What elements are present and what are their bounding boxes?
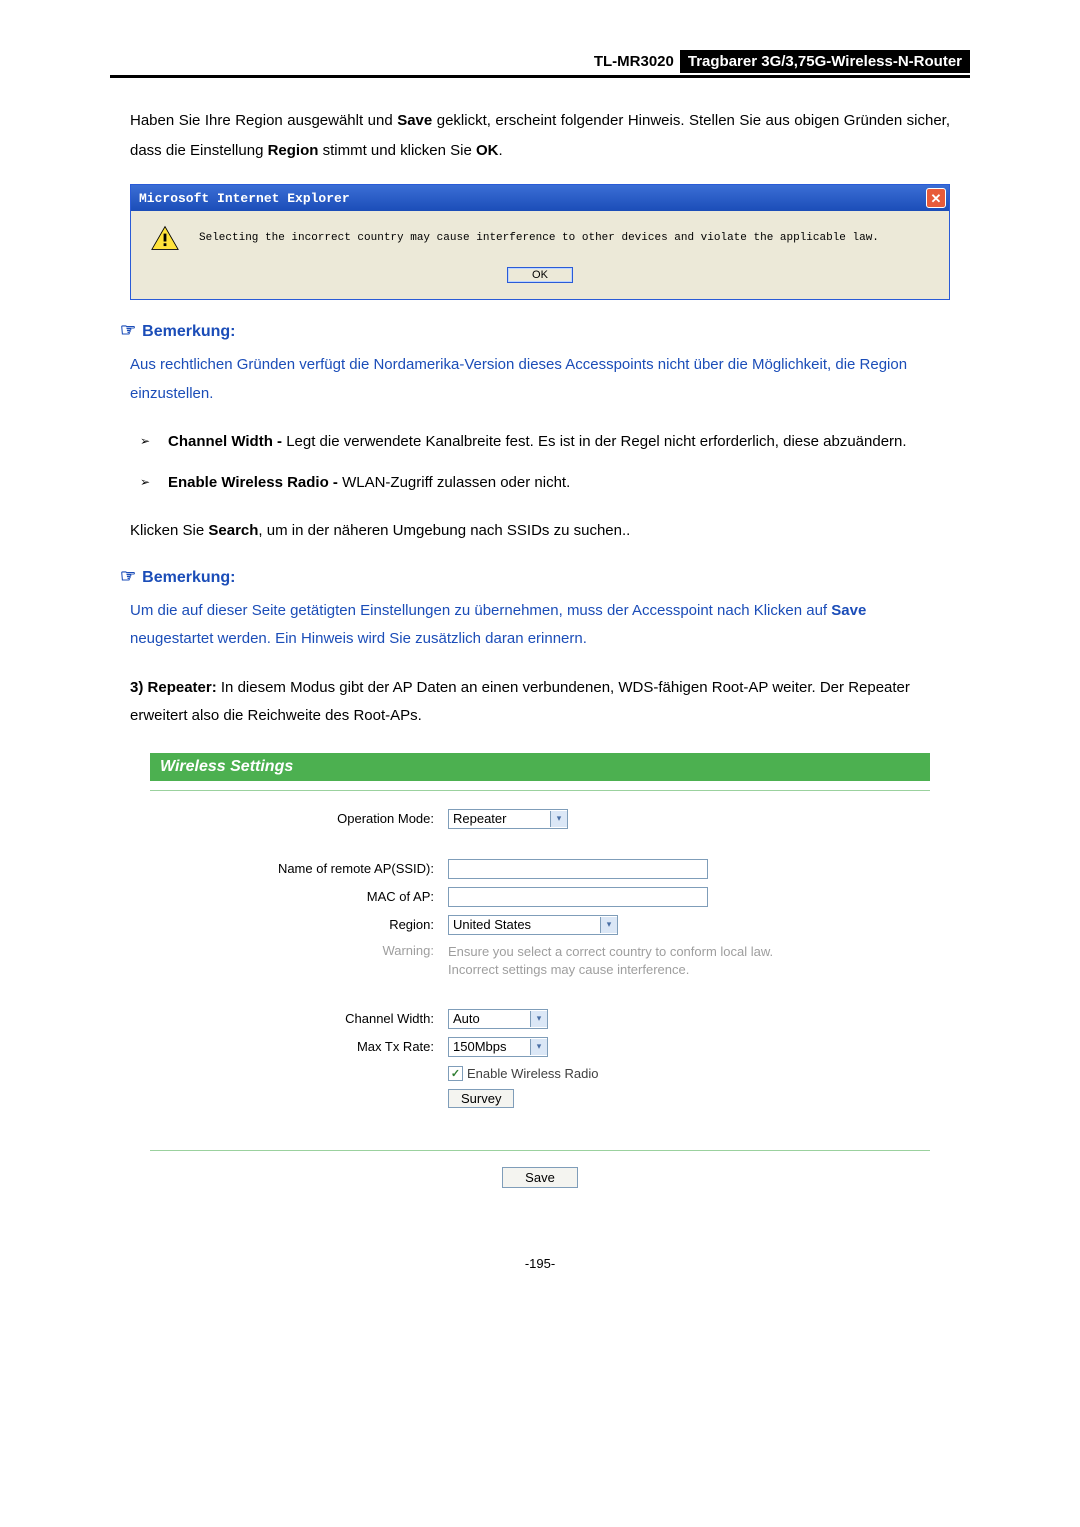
remote-ssid-input[interactable]	[448, 859, 708, 879]
wireless-settings-title: Wireless Settings	[150, 753, 930, 784]
mac-of-ap-input[interactable]	[448, 887, 708, 907]
warning-icon	[151, 225, 179, 251]
page-header: TL-MR3020Tragbarer 3G/3,75G-Wireless-N-R…	[110, 50, 970, 78]
label-region: Region:	[174, 917, 448, 932]
close-icon[interactable]: ✕	[926, 188, 946, 208]
ok-button[interactable]: OK	[507, 267, 573, 283]
dialog-message: Selecting the incorrect country may caus…	[199, 232, 879, 244]
dialog-title: Microsoft Internet Explorer	[139, 191, 350, 206]
checkbox-icon: ✓	[448, 1066, 463, 1081]
dialog-titlebar: Microsoft Internet Explorer ✕	[131, 185, 949, 211]
channel-width-select[interactable]: Auto▾	[448, 1009, 548, 1029]
label-mac-of-ap: MAC of AP:	[174, 889, 448, 904]
enable-wireless-radio-checkbox[interactable]: ✓ Enable Wireless Radio	[448, 1066, 599, 1081]
model-number: TL-MR3020	[588, 50, 680, 73]
label-remote-ssid: Name of remote AP(SSID):	[174, 861, 448, 876]
note-body-1: Aus rechtlichen Gründen verfügt die Nord…	[130, 351, 950, 408]
label-channel-width: Channel Width:	[174, 1011, 448, 1026]
intro-paragraph: Haben Sie Ihre Region ausgewählt und Sav…	[130, 106, 950, 166]
list-item: Channel Width - Legt die verwendete Kana…	[140, 428, 950, 457]
bullet-list: Channel Width - Legt die verwendete Kana…	[140, 428, 950, 497]
label-warning: Warning:	[174, 943, 448, 958]
numbered-item-3: 3) Repeater: In diesem Modus gibt der AP…	[130, 674, 950, 731]
chevron-down-icon: ▾	[530, 1011, 547, 1027]
note-heading-2: ☞Bemerkung:	[120, 566, 950, 587]
chevron-down-icon: ▾	[530, 1039, 547, 1055]
note-heading-1: ☞Bemerkung:	[120, 320, 950, 341]
save-button[interactable]: Save	[502, 1167, 578, 1188]
note-body-2: Um die auf dieser Seite getätigten Einst…	[130, 597, 950, 654]
label-operation-mode: Operation Mode:	[174, 811, 448, 826]
region-select[interactable]: United States▾	[448, 915, 618, 935]
chevron-down-icon: ▾	[600, 917, 617, 933]
warning-text: Ensure you select a correct country to c…	[448, 943, 906, 979]
ie-dialog: Microsoft Internet Explorer ✕ Selecting …	[130, 184, 950, 300]
model-description: Tragbarer 3G/3,75G-Wireless-N-Router	[680, 50, 970, 73]
max-tx-rate-select[interactable]: 150Mbps▾	[448, 1037, 548, 1057]
list-item: Enable Wireless Radio - WLAN-Zugriff zul…	[140, 469, 950, 498]
hand-icon: ☞	[120, 566, 136, 586]
survey-button[interactable]: Survey	[448, 1089, 514, 1108]
search-paragraph: Klicken Sie Search, um in der näheren Um…	[130, 517, 950, 546]
label-max-tx-rate: Max Tx Rate:	[174, 1039, 448, 1054]
wireless-settings-panel: Wireless Settings Operation Mode: Repeat…	[150, 753, 930, 1200]
page-number: -195-	[110, 1256, 970, 1271]
operation-mode-select[interactable]: Repeater▾	[448, 809, 568, 829]
chevron-down-icon: ▾	[550, 811, 567, 827]
hand-icon: ☞	[120, 320, 136, 340]
